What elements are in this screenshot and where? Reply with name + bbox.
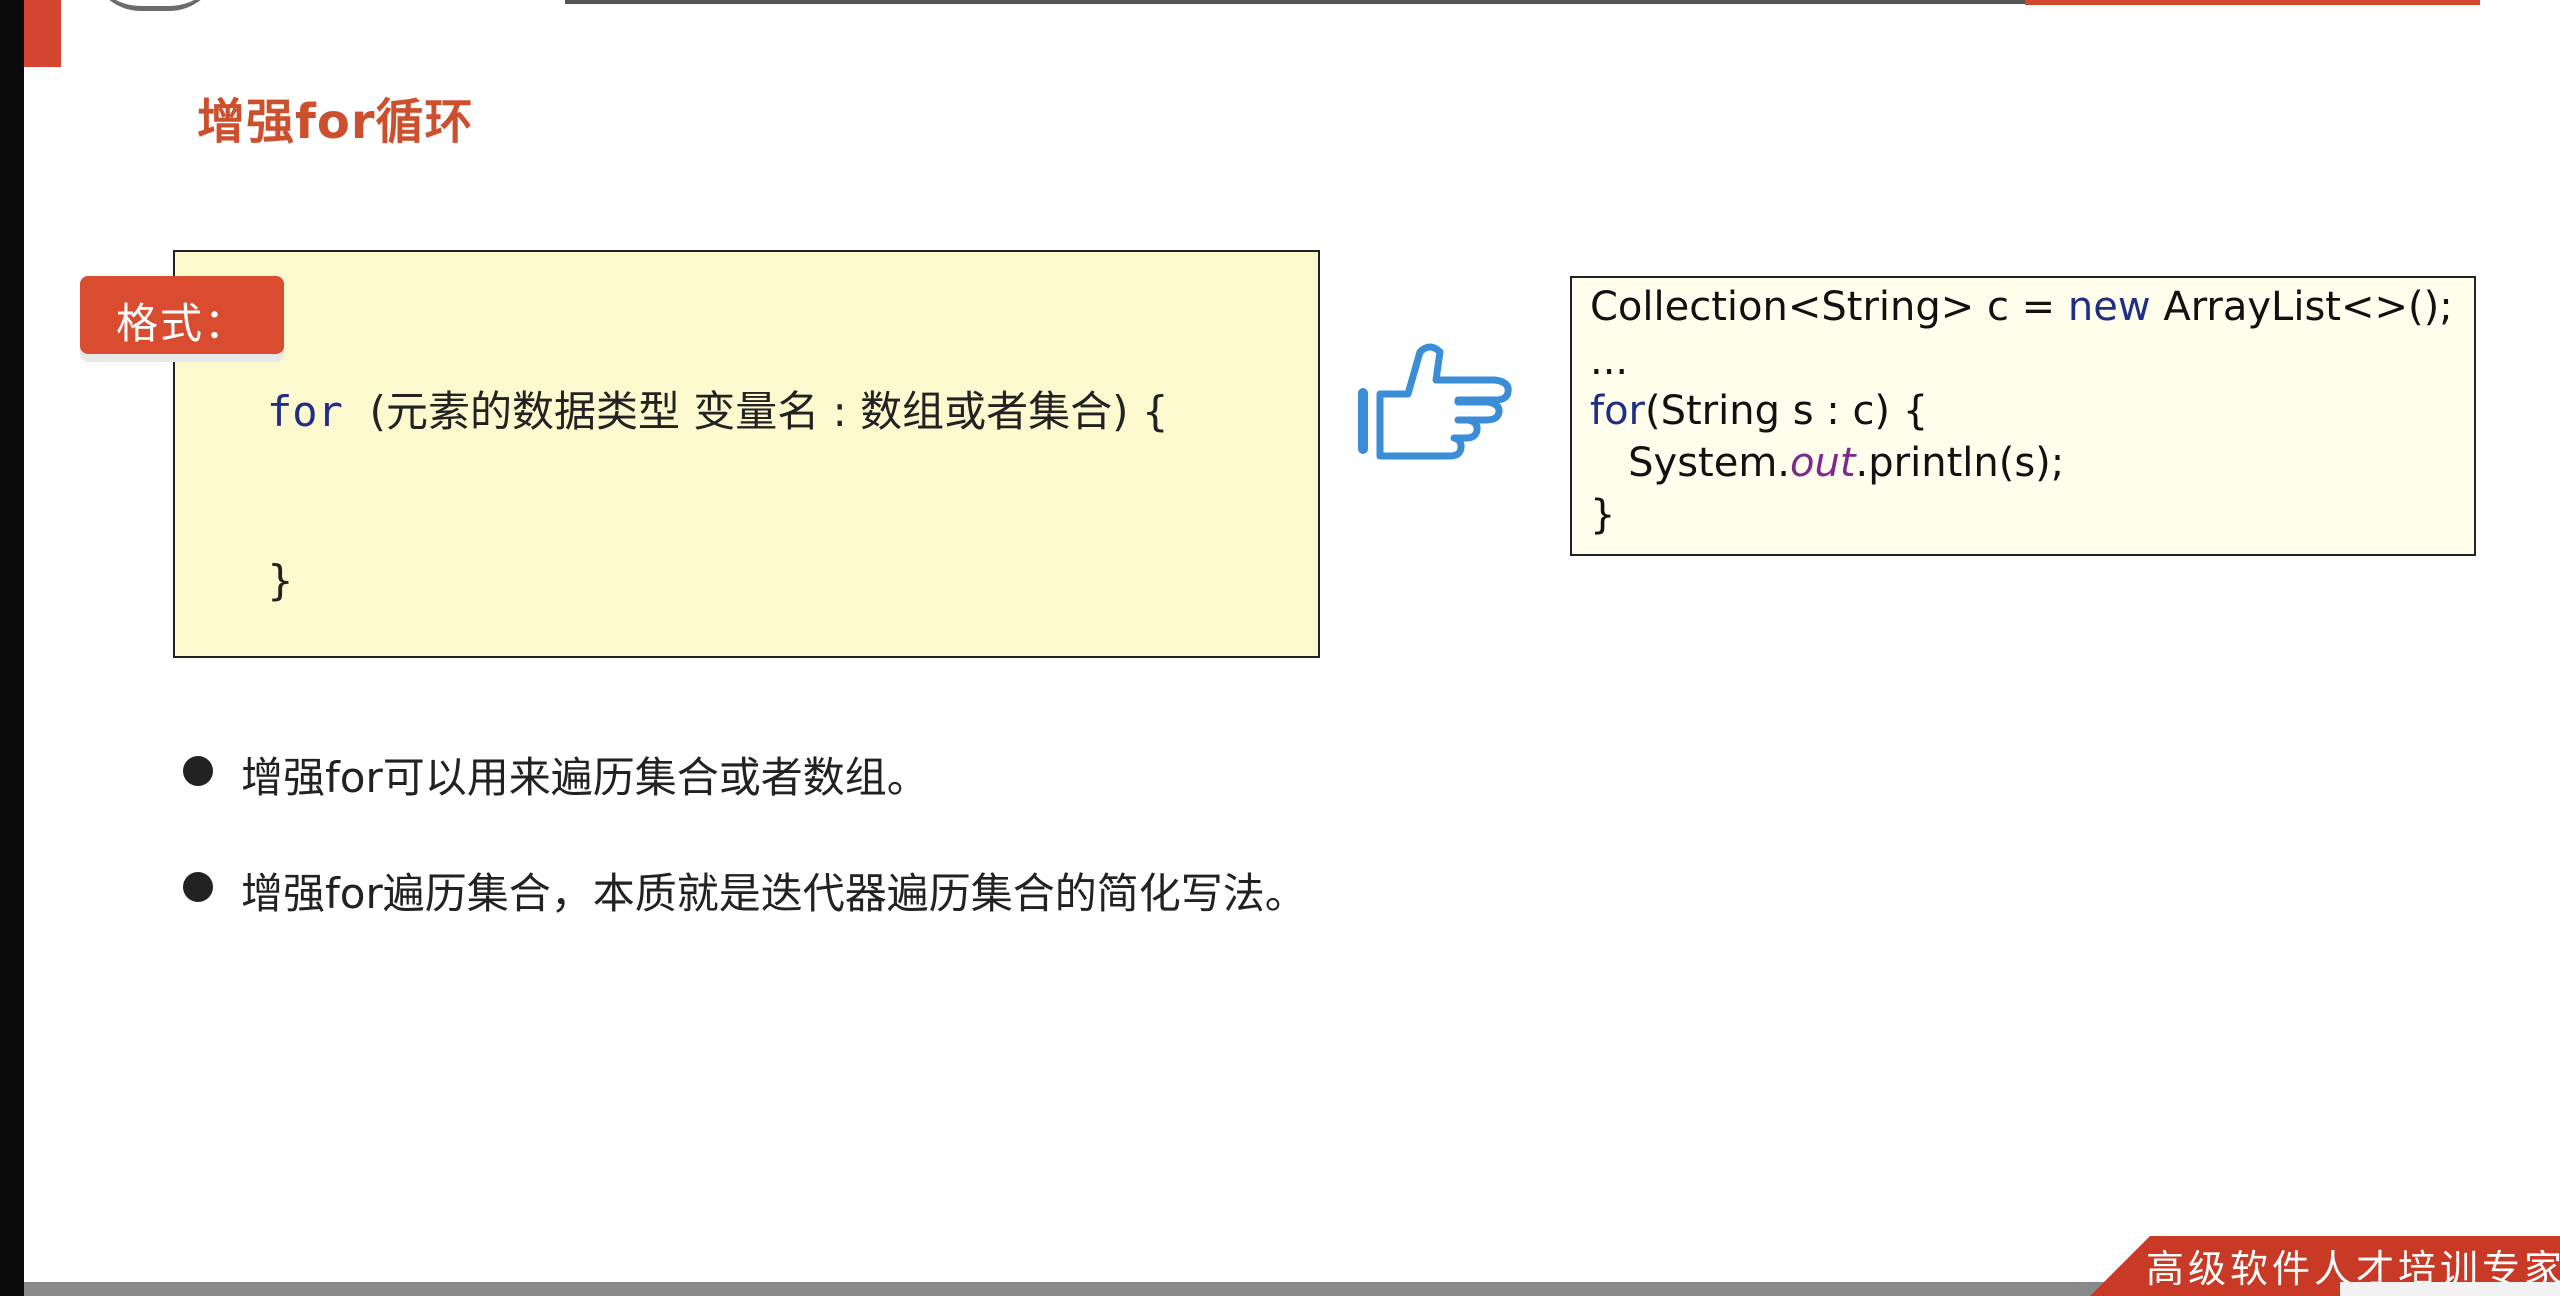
- format-tag: 格式：: [80, 276, 284, 354]
- bullet-text-2: 增强for遍历集合，本质就是迭代器遍历集合的简化写法。: [241, 869, 1307, 918]
- top-divider-red: [2025, 0, 2480, 5]
- example-line-2: ...: [1590, 338, 1629, 384]
- example-line-1: Collection<String> c = new ArrayList<>()…: [1590, 284, 2453, 330]
- format-tag-label: 格式：: [115, 299, 248, 348]
- new-keyword: new: [2067, 284, 2151, 330]
- left-edge-bar: [0, 0, 24, 1296]
- example-line-1-prefix: Collection<String> c =: [1590, 284, 2068, 330]
- example-line-5: }: [1590, 492, 1616, 538]
- example-line-4: System.out.println(s);: [1590, 440, 2064, 486]
- format-code-closing: }: [267, 556, 294, 605]
- format-box: [173, 250, 1320, 658]
- bullet-text-1: 增强for可以用来遍历集合或者数组。: [241, 753, 929, 802]
- example-line-1-suffix: ArrayList<>();: [2150, 284, 2453, 330]
- bullet-dot: [183, 756, 213, 786]
- page-title: 增强for循环: [197, 94, 474, 150]
- example-line-3: for(String s : c) {: [1590, 388, 1928, 434]
- bullet-dot: [183, 872, 213, 902]
- pointing-hand-icon: [1358, 343, 1512, 460]
- example-line-4-prefix: System.: [1590, 440, 1791, 486]
- format-code-rest: (元素的数据类型 变量名 : 数组或者集合) {: [342, 387, 1169, 436]
- bottom-bar: [24, 1282, 2124, 1296]
- top-accent-block: [24, 0, 61, 67]
- example-line-4-suffix: .println(s);: [1855, 440, 2065, 486]
- example-for-keyword: for: [1590, 388, 1645, 434]
- top-divider-gray: [565, 0, 2025, 4]
- out-field: out: [1790, 440, 1856, 486]
- example-line-3-rest: (String s : c) {: [1645, 388, 1929, 434]
- for-keyword: for: [267, 387, 343, 436]
- format-code-line: for (元素的数据类型 变量名 : 数组或者集合) {: [267, 378, 1169, 439]
- logo-arc: [90, 0, 220, 11]
- footer-strip: [2340, 1282, 2560, 1296]
